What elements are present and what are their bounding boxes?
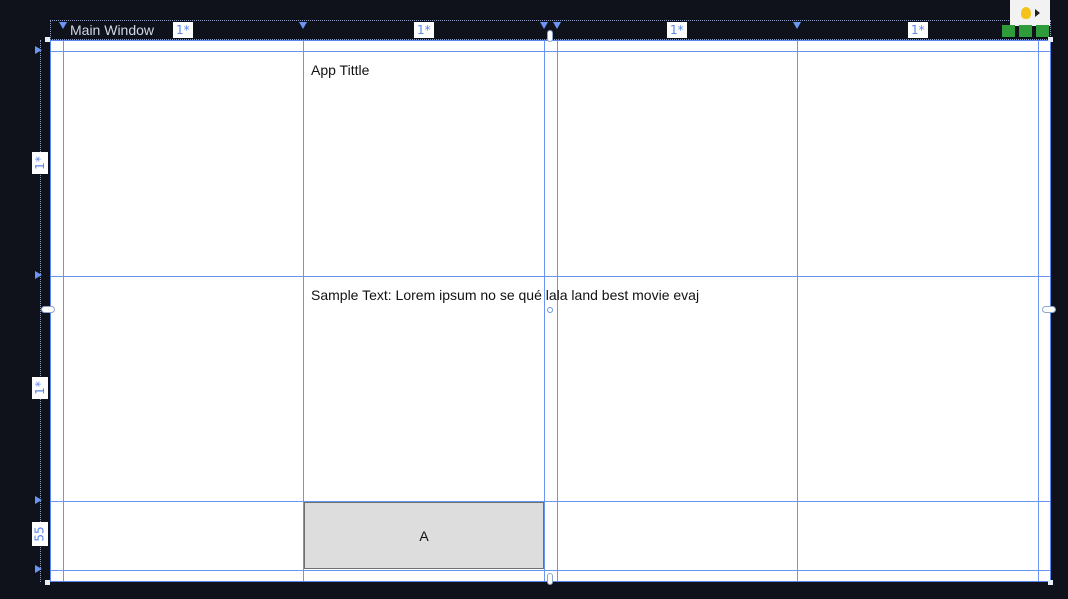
app-title-text: App Tittle [311, 62, 370, 78]
anchor-top-icon[interactable] [547, 30, 553, 42]
resize-handle[interactable] [1048, 37, 1053, 42]
row-gridline [51, 276, 1050, 277]
row-size-label: 1* [32, 381, 47, 395]
row-size-badge[interactable]: 55 [32, 522, 48, 546]
column-size-badge[interactable]: 1* [173, 22, 193, 38]
row-marker[interactable] [35, 565, 42, 573]
column-marker[interactable] [540, 22, 548, 29]
column-gridline [557, 41, 558, 581]
row-marker[interactable] [35, 271, 42, 279]
column-marker[interactable] [553, 22, 561, 29]
column-gridline [303, 41, 304, 581]
resize-handle[interactable] [1048, 580, 1053, 585]
anchor-right-icon[interactable] [1042, 306, 1056, 313]
status-indicator [1036, 25, 1049, 37]
row-gridline [51, 570, 1050, 571]
column-marker[interactable] [299, 22, 307, 29]
status-indicator [1019, 25, 1032, 37]
quick-actions-button[interactable] [1010, 0, 1050, 26]
column-gridline [63, 41, 64, 581]
resize-handle[interactable] [45, 37, 50, 42]
column-gridline [544, 41, 545, 581]
sample-text: Sample Text: Lorem ipsum no se qué lala … [311, 287, 700, 303]
column-marker[interactable] [59, 22, 67, 29]
caret-right-icon [1034, 9, 1040, 17]
row-marker[interactable] [35, 496, 42, 504]
row-size-label: 55 [33, 526, 47, 542]
row-size-label: 1* [32, 156, 47, 170]
row-gridline [51, 501, 1050, 502]
column-size-badge[interactable]: 1* [667, 22, 687, 38]
row-size-badge[interactable]: 1* [32, 377, 48, 399]
row-size-badge[interactable]: 1* [32, 152, 48, 174]
column-gridline [797, 41, 798, 581]
row-gridline [51, 51, 1050, 52]
column-size-badge[interactable]: 1* [908, 22, 928, 38]
lightbulb-icon [1020, 7, 1031, 19]
column-size-badge[interactable]: 1* [414, 22, 434, 38]
window-title: Main Window [70, 22, 155, 38]
column-marker[interactable] [793, 22, 801, 29]
resize-handle[interactable] [45, 580, 50, 585]
a-button[interactable]: A [304, 502, 544, 569]
row-marker[interactable] [35, 46, 42, 54]
column-gridline [1038, 41, 1039, 581]
status-indicator [1002, 25, 1015, 37]
center-handle[interactable] [547, 307, 553, 313]
anchor-bottom-icon[interactable] [547, 573, 553, 585]
anchor-left-icon[interactable] [41, 306, 55, 313]
